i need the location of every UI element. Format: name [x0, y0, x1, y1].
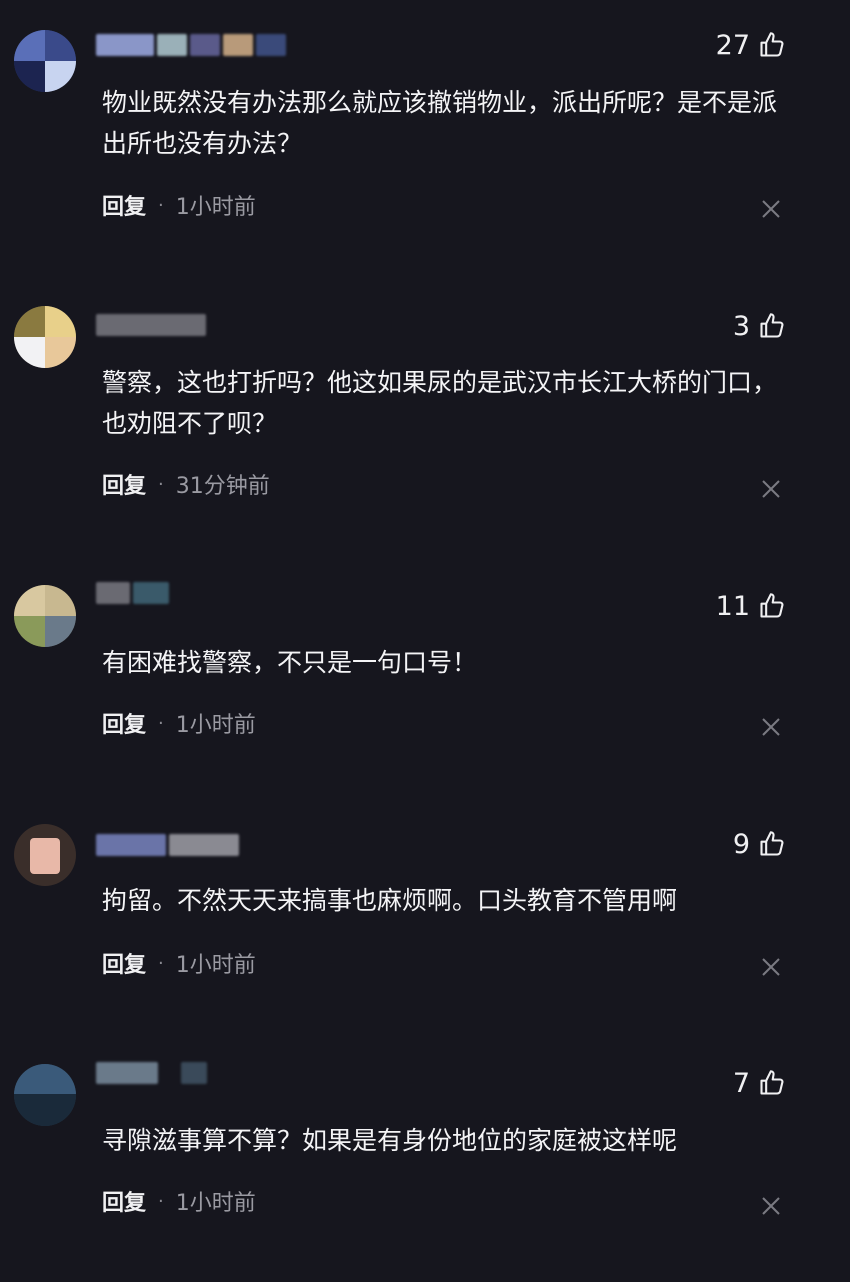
separator-dot: · [158, 473, 164, 495]
close-icon[interactable] [760, 198, 782, 220]
like-count: 7 [732, 1067, 750, 1099]
separator-dot: · [158, 952, 164, 974]
reply-button[interactable]: 回复 [102, 1185, 146, 1217]
username-blurred[interactable] [96, 32, 289, 58]
like-count: 3 [732, 310, 750, 342]
comment-text: 有困难找警察，不只是一句口号！ [102, 648, 478, 677]
comment-meta: 回复 · 1小时前 [102, 707, 256, 739]
avatar[interactable] [14, 30, 76, 92]
comment-meta: 回复 · 1小时前 [102, 1185, 256, 1217]
username-blurred[interactable] [96, 832, 242, 858]
reply-button[interactable]: 回复 [102, 707, 146, 739]
like-button[interactable]: 9 [733, 827, 786, 861]
close-icon[interactable] [760, 716, 782, 738]
timestamp: 1小时前 [175, 953, 256, 978]
close-icon[interactable] [760, 1195, 782, 1217]
timestamp: 1小时前 [175, 195, 256, 220]
timestamp: 1小时前 [175, 713, 256, 738]
separator-dot: · [158, 712, 164, 734]
comment-text: 警察，这也打折吗？他这如果尿的是武汉市长江大桥的门口，也劝阻不了呗？ [102, 368, 778, 438]
comment-meta: 回复 · 1小时前 [102, 947, 256, 979]
reply-button[interactable]: 回复 [102, 947, 146, 979]
thumbs-up-icon [758, 830, 786, 858]
close-icon[interactable] [760, 956, 782, 978]
comment-meta: 回复 · 1小时前 [102, 189, 256, 221]
comment-text: 拘留。不然天天来搞事也麻烦啊。口头教育不管用啊 [102, 886, 678, 915]
like-button[interactable]: 3 [733, 309, 786, 343]
avatar[interactable] [14, 585, 76, 647]
close-icon[interactable] [760, 478, 782, 500]
like-count: 27 [715, 29, 750, 61]
avatar[interactable] [14, 824, 76, 886]
like-count: 9 [732, 828, 750, 860]
like-button[interactable]: 7 [733, 1066, 786, 1100]
like-button[interactable]: 11 [716, 589, 786, 623]
timestamp: 31分钟前 [175, 474, 270, 499]
username-blurred[interactable] [96, 580, 172, 606]
username-blurred[interactable] [96, 312, 209, 338]
separator-dot: · [158, 194, 164, 216]
thumbs-up-icon [758, 1069, 786, 1097]
comment-text: 寻隙滋事算不算？如果是有身份地位的家庭被这样呢 [102, 1126, 678, 1155]
reply-button[interactable]: 回复 [102, 189, 146, 221]
comment-meta: 回复 · 31分钟前 [102, 468, 270, 500]
avatar[interactable] [14, 1064, 76, 1126]
username-blurred[interactable] [96, 1060, 210, 1086]
like-button[interactable]: 27 [716, 28, 786, 62]
reply-button[interactable]: 回复 [102, 468, 146, 500]
timestamp: 1小时前 [175, 1191, 256, 1216]
separator-dot: · [158, 1190, 164, 1212]
thumbs-up-icon [758, 592, 786, 620]
avatar[interactable] [14, 306, 76, 368]
thumbs-up-icon [758, 312, 786, 340]
comment-text: 物业既然没有办法那么就应该撤销物业，派出所呢？是不是派出所也没有办法？ [102, 88, 778, 158]
thumbs-up-icon [758, 31, 786, 59]
like-count: 11 [715, 590, 750, 622]
